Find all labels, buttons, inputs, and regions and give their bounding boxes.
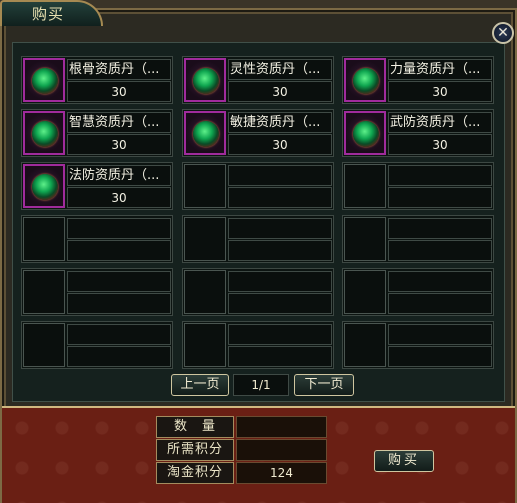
item-price [388, 346, 492, 367]
item-slot[interactable]: 法防资质丹（... 30 [21, 162, 173, 210]
item-name: 智慧资质丹（... [67, 112, 171, 133]
item-price [228, 293, 332, 314]
empty-icon-frame [23, 323, 65, 367]
item-price: 30 [67, 134, 171, 155]
item-price: 30 [67, 187, 171, 208]
item-name [388, 324, 492, 345]
item-icon-frame [23, 111, 65, 155]
item-name [388, 165, 492, 186]
item-icon-frame [344, 111, 386, 155]
empty-icon-frame [344, 323, 386, 367]
empty-item-slot[interactable] [342, 162, 494, 210]
empty-icon-frame [23, 217, 65, 261]
item-name [228, 271, 332, 292]
item-slot[interactable]: 根骨资质丹（... 30 [21, 56, 173, 104]
item-name [228, 218, 332, 239]
item-name: 武防资质丹（... [388, 112, 492, 133]
quantity-label: 数 量 [156, 416, 234, 438]
item-name [388, 218, 492, 239]
item-slot[interactable]: 智慧资质丹（... 30 [21, 109, 173, 157]
item-name [67, 218, 171, 239]
jade-orb-icon [193, 68, 219, 94]
empty-item-slot[interactable] [342, 268, 494, 316]
empty-item-slot[interactable] [342, 321, 494, 369]
item-name [228, 324, 332, 345]
empty-item-slot[interactable] [21, 321, 173, 369]
close-button[interactable]: ✕ [492, 22, 514, 44]
item-name: 敏捷资质丹（... [228, 112, 332, 133]
item-icon-frame [184, 111, 226, 155]
item-icon-frame [344, 58, 386, 102]
buy-button[interactable]: 购买 [374, 450, 434, 472]
item-price [67, 346, 171, 367]
empty-icon-frame [184, 217, 226, 261]
item-price: 30 [388, 134, 492, 155]
item-slot[interactable]: 灵性资质丹（... 30 [182, 56, 334, 104]
item-name: 灵性资质丹（... [228, 59, 332, 80]
item-price [67, 240, 171, 261]
gold-points-value: 124 [236, 462, 327, 484]
jade-orb-icon [32, 121, 58, 147]
empty-icon-frame [344, 217, 386, 261]
item-price: 30 [228, 81, 332, 102]
item-price [388, 293, 492, 314]
next-page-button[interactable]: 下一页 [294, 374, 354, 396]
quantity-input[interactable] [236, 416, 327, 438]
required-points-value [236, 439, 327, 461]
window-title: 购买 [0, 0, 103, 26]
item-price [228, 187, 332, 208]
empty-icon-frame [184, 270, 226, 314]
page-indicator: 1/1 [233, 374, 289, 396]
jade-orb-icon [32, 68, 58, 94]
item-price: 30 [388, 81, 492, 102]
item-name [67, 271, 171, 292]
empty-icon-frame [184, 164, 226, 208]
item-price [388, 240, 492, 261]
jade-orb-icon [32, 174, 58, 200]
empty-item-slot[interactable] [21, 268, 173, 316]
item-icon-frame [184, 58, 226, 102]
empty-icon-frame [184, 323, 226, 367]
gold-points-label: 淘金积分 [156, 462, 234, 484]
item-name: 力量资质丹（... [388, 59, 492, 80]
jade-orb-icon [193, 121, 219, 147]
jade-orb-icon [353, 68, 379, 94]
item-slot[interactable]: 敏捷资质丹（... 30 [182, 109, 334, 157]
item-name [67, 324, 171, 345]
close-icon: ✕ [497, 25, 509, 41]
item-name: 法防资质丹（... [67, 165, 171, 186]
prev-page-button[interactable]: 上一页 [171, 374, 229, 396]
item-price [228, 240, 332, 261]
item-price [388, 187, 492, 208]
empty-item-slot[interactable] [21, 215, 173, 263]
item-name [228, 165, 332, 186]
item-icon-frame [23, 164, 65, 208]
required-points-label: 所需积分 [156, 439, 234, 461]
empty-item-slot[interactable] [182, 321, 334, 369]
empty-icon-frame [344, 164, 386, 208]
item-name [388, 271, 492, 292]
empty-item-slot[interactable] [182, 268, 334, 316]
empty-item-slot[interactable] [182, 215, 334, 263]
empty-item-slot[interactable] [342, 215, 494, 263]
empty-item-slot[interactable] [182, 162, 334, 210]
item-icon-frame [23, 58, 65, 102]
item-price [67, 293, 171, 314]
item-slot[interactable]: 武防资质丹（... 30 [342, 109, 494, 157]
item-price [228, 346, 332, 367]
item-slot[interactable]: 力量资质丹（... 30 [342, 56, 494, 104]
empty-icon-frame [344, 270, 386, 314]
empty-icon-frame [23, 270, 65, 314]
item-price: 30 [228, 134, 332, 155]
item-price: 30 [67, 81, 171, 102]
item-name: 根骨资质丹（... [67, 59, 171, 80]
jade-orb-icon [353, 121, 379, 147]
